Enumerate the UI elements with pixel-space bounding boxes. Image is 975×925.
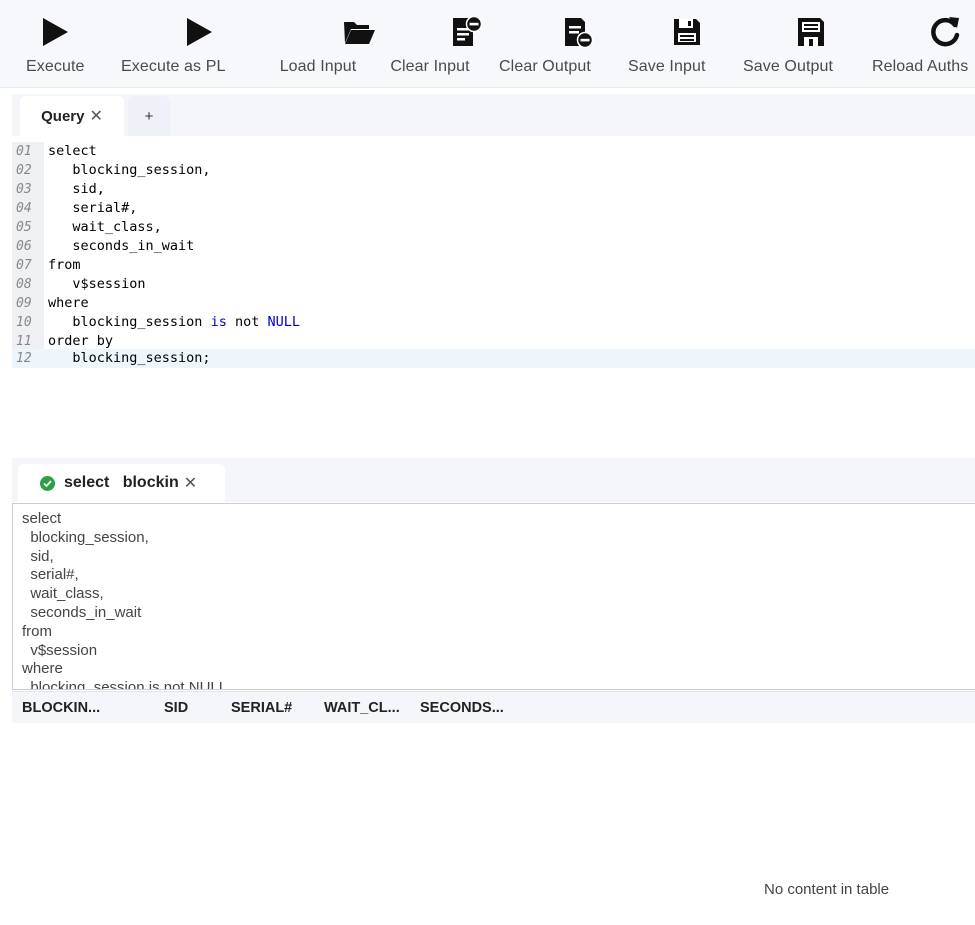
executed-sql-panel[interactable]: select blocking_session, sid, serial#, w…	[12, 503, 975, 690]
load-input-button[interactable]: Load Input	[260, 14, 376, 76]
toolbar: Execute Execute as PL Load Input Clear I…	[0, 0, 975, 88]
result-tab-bar: select blockin ✕	[12, 458, 975, 502]
code-line: 07 from	[12, 256, 975, 275]
clear-input-button[interactable]: Clear Input	[377, 14, 483, 76]
column-header-seconds-in-wait[interactable]: SECONDS...	[420, 692, 504, 724]
code-text: blocking_session is not NULL	[48, 314, 300, 330]
code-text: where	[48, 295, 89, 311]
save-input-button[interactable]: Save Input	[628, 14, 706, 76]
line-number: 07	[16, 258, 32, 273]
tab-query[interactable]: Query ✕	[20, 96, 124, 136]
close-icon[interactable]: ✕	[184, 473, 197, 493]
line-number: 03	[16, 182, 32, 197]
save-output-button[interactable]: Save Output	[743, 14, 833, 76]
line-number: 04	[16, 201, 32, 216]
sql-line: seconds_in_wait	[22, 603, 142, 621]
result-table-body: No content in table	[12, 723, 975, 925]
play-icon	[38, 14, 72, 50]
code-text: serial#,	[48, 200, 138, 216]
line-number: 12	[16, 351, 32, 366]
execute-button[interactable]: Execute	[26, 14, 85, 76]
code-line: 02 blocking_session,	[12, 161, 975, 180]
code-line-current: 12 blocking_session;	[12, 349, 975, 368]
save-output-icon	[794, 14, 828, 50]
column-header-sid[interactable]: SID	[164, 692, 188, 724]
sql-line: select	[22, 510, 62, 527]
editor-tab-bar: Query ✕ +	[12, 94, 975, 136]
code-line: 01 select	[12, 142, 975, 161]
sql-line: serial#,	[22, 566, 79, 584]
code-line: 06 seconds_in_wait	[12, 237, 975, 256]
code-line: 03 sid,	[12, 180, 975, 199]
code-text: v$session	[48, 276, 146, 292]
column-header-blocking-session[interactable]: BLOCKIN...	[22, 692, 100, 724]
execute-as-pl-button[interactable]: Execute as PL	[121, 14, 225, 76]
code-line: 04 serial#,	[12, 199, 975, 218]
column-header-wait-class[interactable]: WAIT_CL...	[324, 692, 400, 724]
close-icon[interactable]: ✕	[89, 106, 102, 126]
line-number: 06	[16, 239, 32, 254]
sql-line: blocking_session,	[22, 528, 149, 546]
column-header-serial[interactable]: SERIAL#	[231, 692, 292, 724]
line-number: 02	[16, 163, 32, 178]
play-icon	[182, 14, 216, 50]
code-text: blocking_session;	[48, 350, 211, 366]
line-number: 01	[16, 144, 32, 159]
check-circle-icon	[40, 475, 55, 491]
sql-line: from	[22, 622, 52, 640]
sql-line: where	[22, 660, 63, 678]
save-icon	[670, 14, 704, 50]
sql-line: blocking_session is not NULL	[22, 679, 228, 690]
code-text: blocking_session,	[48, 162, 211, 178]
tab-result[interactable]: select blockin ✕	[18, 464, 225, 502]
code-text: wait_class,	[48, 219, 162, 235]
file-minus-icon	[449, 14, 483, 50]
code-text: from	[48, 257, 81, 273]
query-editor[interactable]: 01 select 02 blocking_session, 03 sid, 0…	[12, 136, 975, 458]
result-table-header: BLOCKIN... SID SERIAL# WAIT_CL... SECOND…	[12, 691, 975, 723]
add-tab-button[interactable]: +	[128, 96, 170, 136]
code-line: 10 blocking_session is not NULL	[12, 313, 975, 332]
line-number: 10	[16, 315, 32, 330]
line-number: 09	[16, 296, 32, 311]
empty-table-message: No content in table	[764, 881, 890, 898]
code-line: 09 where	[12, 294, 975, 313]
code-text: seconds_in_wait	[48, 238, 195, 254]
sql-line: wait_class,	[22, 585, 104, 603]
clear-output-button[interactable]: Clear Output	[495, 14, 595, 76]
sql-line: sid,	[22, 547, 54, 565]
reload-auths-button[interactable]: Reload Auths	[872, 14, 968, 76]
line-number: 05	[16, 220, 32, 235]
code-line: 05 wait_class,	[12, 218, 975, 237]
result-tab-label: select blockin	[64, 474, 179, 491]
code-text: sid,	[48, 181, 105, 197]
refresh-icon	[928, 14, 962, 50]
line-number: 08	[16, 277, 32, 292]
code-text: select	[48, 143, 97, 159]
tab-query-label: Query	[41, 107, 85, 125]
sql-line: v$session	[22, 641, 98, 659]
folder-open-icon	[342, 14, 376, 50]
code-line: 08 v$session	[12, 275, 975, 294]
file-remove-icon	[561, 14, 595, 50]
